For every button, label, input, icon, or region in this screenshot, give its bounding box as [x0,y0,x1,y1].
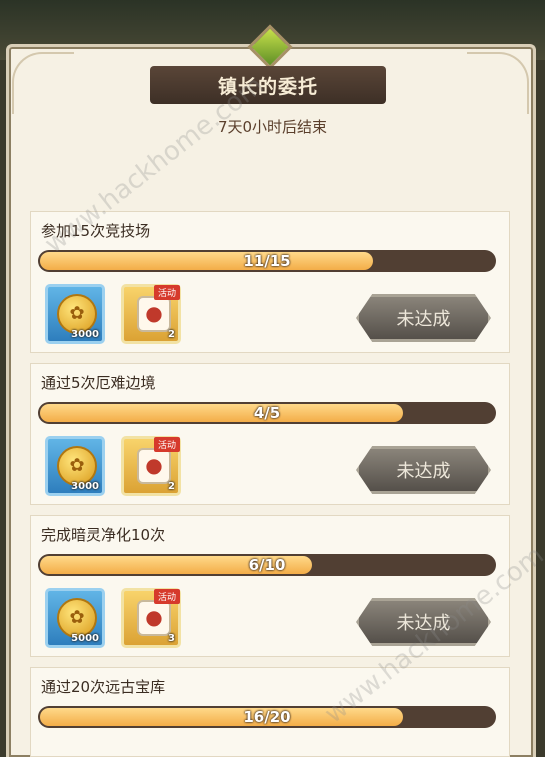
reward-quantity: 2 [168,329,175,340]
task-name: 完成暗灵净化10次 [41,526,166,544]
not-achieved-button[interactable]: 未达成 [356,446,491,494]
event-tag: 活动 [153,285,180,300]
reward-gold-coin[interactable]: ✿ 5000 [45,588,105,648]
progress-bar: 16/20 [38,706,496,728]
reward-gold-coin[interactable]: ✿ 3000 [45,436,105,496]
reward-quantity: 3 [168,633,175,644]
not-achieved-button[interactable]: 未达成 [356,598,491,646]
gold-coin-icon: ✿ [57,598,97,638]
gold-coin-icon: ✿ [57,446,97,486]
reward-quantity: 2 [168,481,175,492]
task-card: 通过20次远古宝库 16/20 [30,667,510,757]
panel-corner-ornament [12,52,74,114]
event-tag: 活动 [153,437,180,452]
dice-icon: ● [137,600,171,636]
gold-coin-icon: ✿ [57,294,97,334]
progress-bar: 6/10 [38,554,496,576]
reward-quantity: 5000 [71,633,99,644]
task-name: 通过5次厄难边境 [41,374,156,392]
reward-quantity: 3000 [71,481,99,492]
task-card: 参加15次竞技场 11/15 ✿ 3000 ● 活动 2 未达成 [30,211,510,353]
progress-text: 4/5 [253,404,281,422]
progress-text: 6/10 [248,556,286,574]
progress-text: 16/20 [243,708,291,726]
task-card: 完成暗灵净化10次 6/10 ✿ 5000 ● 活动 3 未达成 [30,515,510,657]
dice-icon: ● [137,448,171,484]
progress-bar: 4/5 [38,402,496,424]
task-card: 通过5次厄难边境 4/5 ✿ 3000 ● 活动 2 未达成 [30,363,510,505]
progress-bar: 11/15 [38,250,496,272]
progress-text: 11/15 [243,252,291,270]
event-timer: 7天0小时后结束 [217,118,328,136]
dice-icon: ● [137,296,171,332]
not-achieved-button[interactable]: 未达成 [356,294,491,342]
event-tag: 活动 [153,589,180,604]
panel-title: 镇长的委托 [150,66,386,104]
task-name: 通过20次远古宝库 [41,678,166,696]
reward-gold-coin[interactable]: ✿ 3000 [45,284,105,344]
reward-quantity: 3000 [71,329,99,340]
task-name: 参加15次竞技场 [41,222,151,240]
reward-dice[interactable]: ● 活动 2 [121,284,181,344]
reward-dice[interactable]: ● 活动 2 [121,436,181,496]
reward-dice[interactable]: ● 活动 3 [121,588,181,648]
panel-corner-ornament [467,52,529,114]
